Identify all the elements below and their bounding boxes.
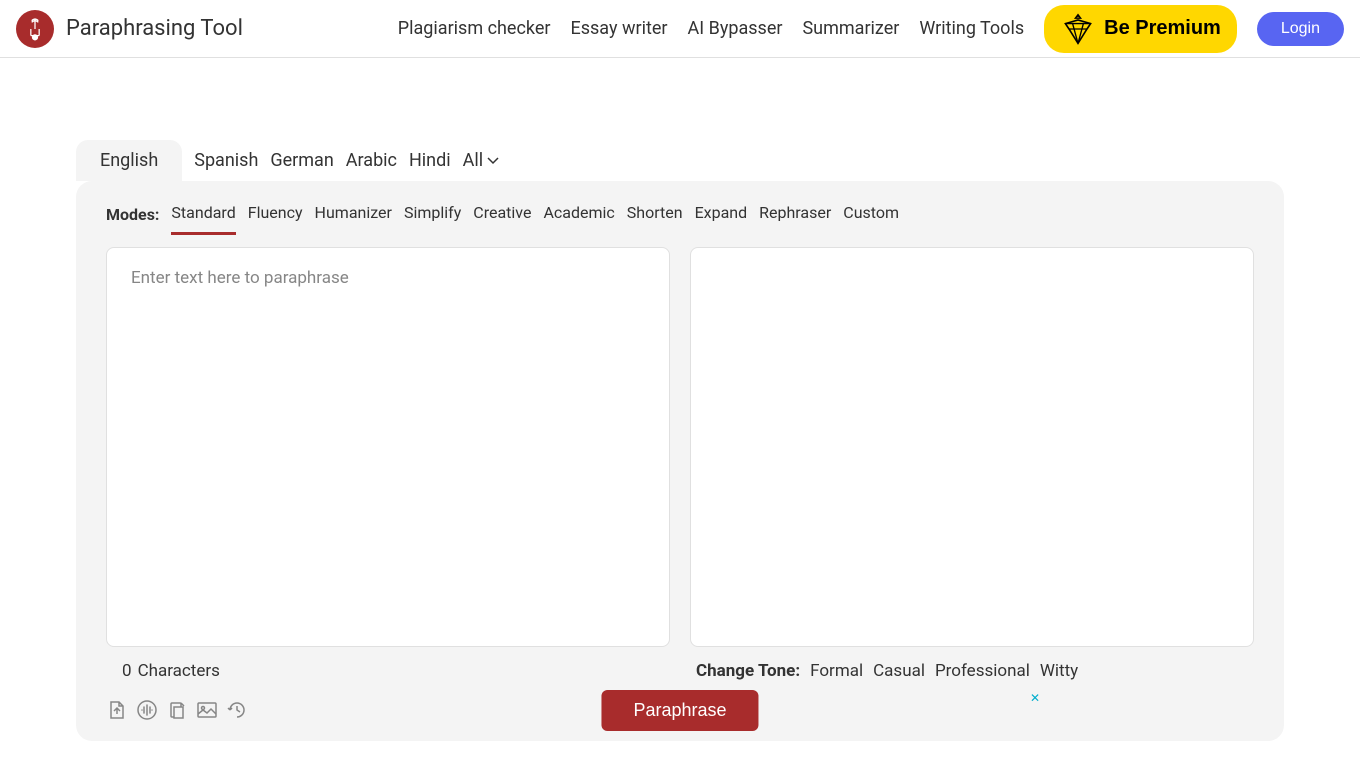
char-count-number: 0 xyxy=(122,661,132,681)
image-icon[interactable] xyxy=(196,699,218,721)
app-title: Paraphrasing Tool xyxy=(66,16,243,41)
modes-row: Modes: Standard Fluency Humanizer Simpli… xyxy=(76,181,1284,247)
chevron-down-icon xyxy=(487,157,499,165)
input-panel xyxy=(106,247,670,647)
nav-ai-bypasser[interactable]: AI Bypasser xyxy=(688,18,783,39)
mode-fluency[interactable]: Fluency xyxy=(248,193,303,235)
logo-section: Paraphrasing Tool xyxy=(16,10,243,48)
lang-tab-spanish[interactable]: Spanish xyxy=(194,140,258,181)
upload-file-icon[interactable] xyxy=(106,699,128,721)
premium-button[interactable]: Be Premium xyxy=(1044,5,1237,53)
header: Paraphrasing Tool Plagiarism checker Ess… xyxy=(0,0,1360,58)
diamond-icon xyxy=(1060,11,1096,47)
text-panels xyxy=(76,247,1284,647)
lang-all-dropdown[interactable]: All xyxy=(463,150,500,171)
input-textarea[interactable] xyxy=(107,248,669,646)
nav-writing-tools[interactable]: Writing Tools xyxy=(919,18,1024,39)
bottom-row: 0 Characters Change Tone: Formal Casual … xyxy=(76,647,1284,689)
login-button[interactable]: Login xyxy=(1257,12,1344,46)
mode-creative[interactable]: Creative xyxy=(473,193,531,235)
tone-professional[interactable]: Professional xyxy=(935,661,1030,681)
tone-formal[interactable]: Formal xyxy=(810,661,863,681)
tool-box: Modes: Standard Fluency Humanizer Simpli… xyxy=(76,181,1284,741)
mode-shorten[interactable]: Shorten xyxy=(627,193,683,235)
tone-label: Change Tone: xyxy=(696,661,800,681)
lang-tab-hindi[interactable]: Hindi xyxy=(409,140,451,181)
lang-tab-english[interactable]: English xyxy=(76,140,182,181)
lang-all-label: All xyxy=(463,150,484,171)
tone-witty[interactable]: Witty xyxy=(1040,661,1078,681)
ad-close-icon[interactable]: ✕ xyxy=(1030,691,1040,705)
audio-icon[interactable] xyxy=(136,699,158,721)
lang-tab-german[interactable]: German xyxy=(270,140,333,181)
char-count-label: Characters xyxy=(138,661,220,681)
tone-section: Change Tone: Formal Casual Professional … xyxy=(680,661,1254,681)
mode-humanizer[interactable]: Humanizer xyxy=(315,193,392,235)
lang-tab-arabic[interactable]: Arabic xyxy=(346,140,397,181)
nav-links: Plagiarism checker Essay writer AI Bypas… xyxy=(398,5,1344,53)
mode-rephraser[interactable]: Rephraser xyxy=(759,193,831,235)
paste-icon[interactable] xyxy=(166,699,188,721)
output-panel xyxy=(690,247,1254,647)
tone-casual[interactable]: Casual xyxy=(873,661,925,681)
logo-icon[interactable] xyxy=(16,10,54,48)
history-icon[interactable] xyxy=(226,699,248,721)
toolbar-row: Paraphrase ✕ xyxy=(76,689,1284,731)
mode-custom[interactable]: Custom xyxy=(843,193,899,235)
main-container: English Spanish German Arabic Hindi All … xyxy=(0,58,1360,741)
toolbar-icons xyxy=(106,699,248,721)
mode-expand[interactable]: Expand xyxy=(695,193,748,235)
mode-standard[interactable]: Standard xyxy=(171,193,235,235)
paraphrase-button[interactable]: Paraphrase xyxy=(601,690,758,731)
premium-label: Be Premium xyxy=(1104,17,1221,40)
modes-label: Modes: xyxy=(106,205,159,224)
mode-simplify[interactable]: Simplify xyxy=(404,193,461,235)
nav-essay-writer[interactable]: Essay writer xyxy=(571,18,668,39)
nav-plagiarism[interactable]: Plagiarism checker xyxy=(398,18,551,39)
nav-summarizer[interactable]: Summarizer xyxy=(802,18,899,39)
mode-academic[interactable]: Academic xyxy=(543,193,614,235)
char-count: 0 Characters xyxy=(106,661,680,681)
language-tabs: English Spanish German Arabic Hindi All xyxy=(76,140,1284,181)
